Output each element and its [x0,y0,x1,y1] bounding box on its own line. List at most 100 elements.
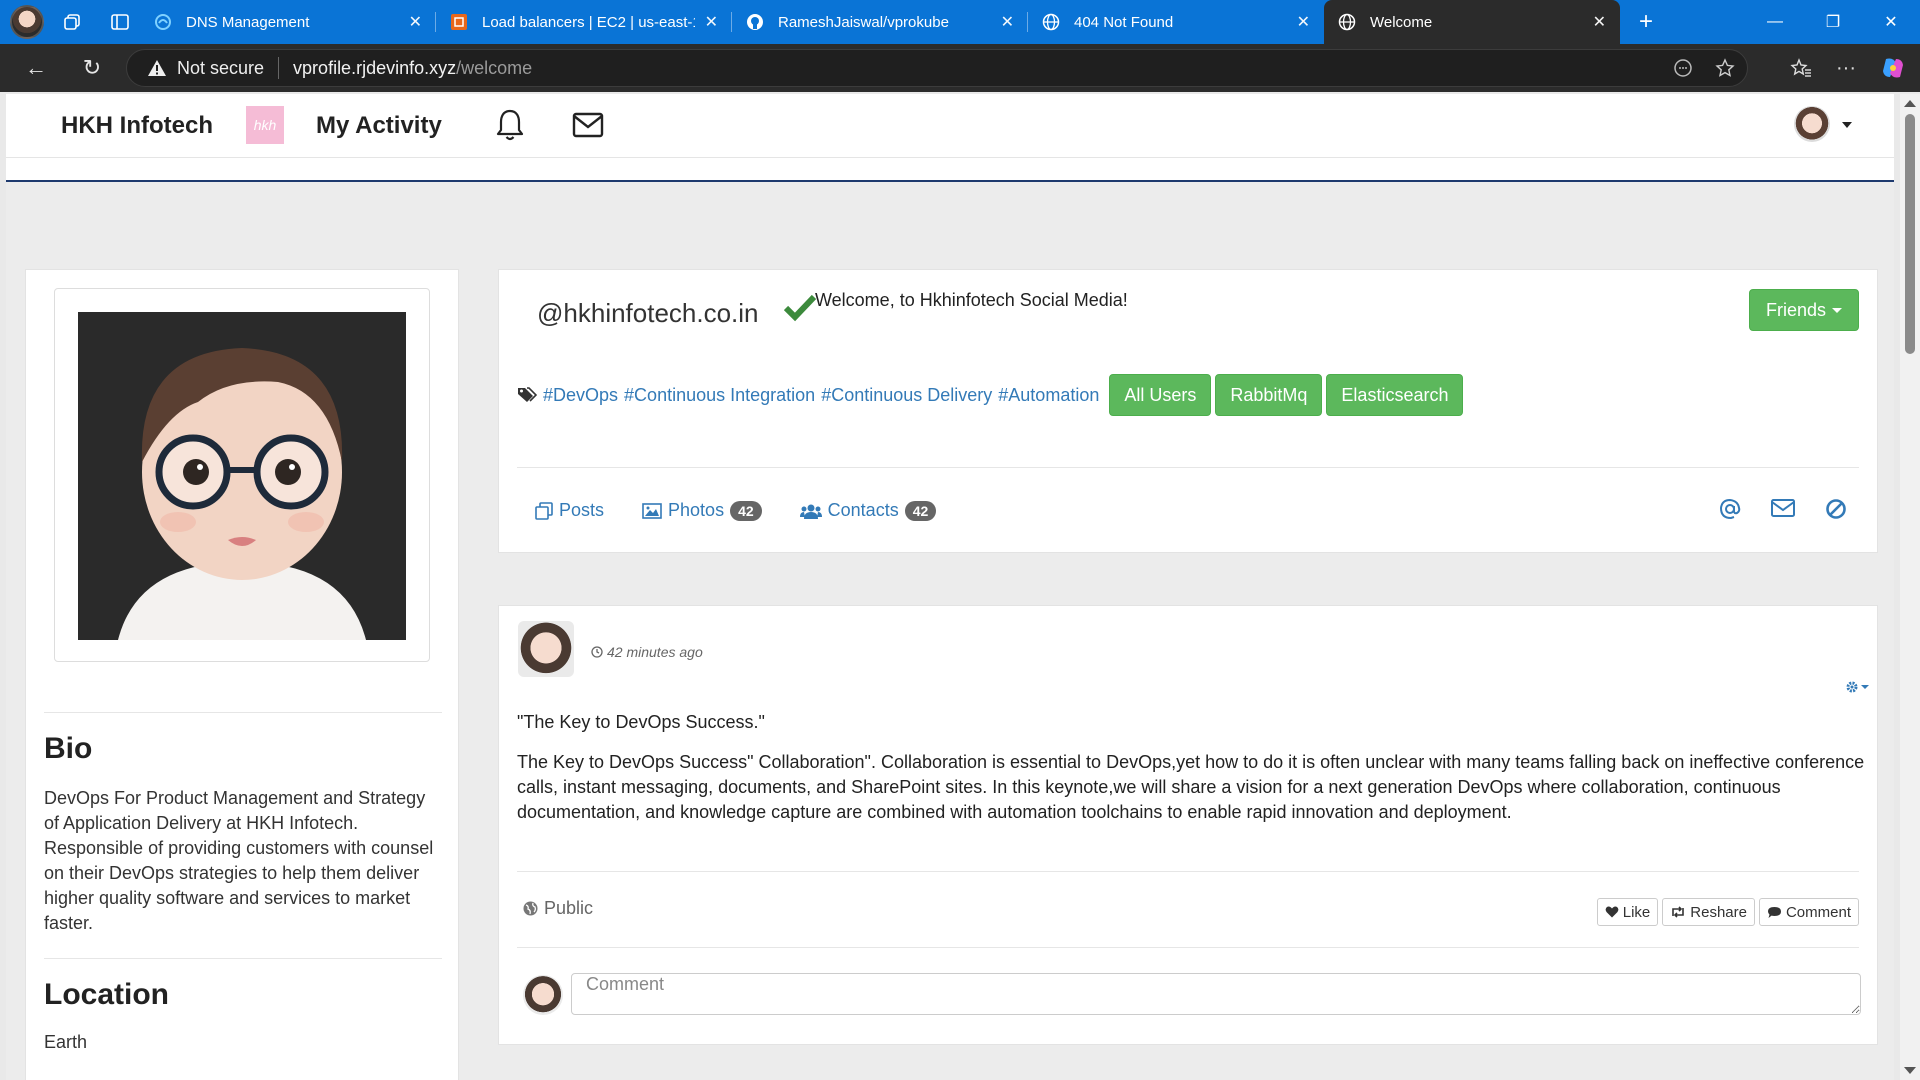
star-icon[interactable] [1715,58,1735,78]
post-actions: Like Reshare Comment [1596,898,1859,926]
block-icon[interactable] [1825,498,1847,520]
profile-sidebar: Bio DevOps For Product Management and St… [25,269,459,1080]
address-bar: ← ↻ Not secure vprofile.rjdevinfo.xyz/we… [0,44,1920,92]
brand-name[interactable]: HKH Infotech [61,112,213,140]
friends-dropdown-button[interactable]: Friends [1748,289,1859,331]
post-body: The Key to DevOps Success" Collaboration… [517,752,1865,822]
restore-icon[interactable]: ❐ [1804,0,1862,44]
scroll-up-icon[interactable] [1904,100,1916,107]
tab-contacts[interactable]: Contacts 42 [799,500,937,521]
tab-title: RameshJaiswal/vprokube [778,13,949,31]
tab-title: Load balancers | EC2 | us-east-1 [482,13,695,31]
retweet-icon [1670,906,1686,918]
close-window-icon[interactable]: ✕ [1862,0,1920,44]
divider [517,947,1859,948]
post-author-avatar[interactable] [518,621,574,677]
tab-posts[interactable]: Posts [535,500,604,521]
tab-title: DNS Management [186,13,310,31]
back-icon[interactable]: ← [8,44,64,92]
profile-header-card: @hkhinfotech.co.in Welcome, to Hkhinfote… [498,269,1878,553]
envelope-icon[interactable] [1771,498,1795,520]
close-icon[interactable]: ✕ [1001,12,1014,32]
navbar-inner: HKH Infotech hkh My Activity [6,94,1894,158]
users-icon [799,503,822,519]
page-scrollbar[interactable] [1900,94,1920,1080]
globe-icon [1042,13,1060,31]
chevron-down-icon [1832,307,1842,313]
all-users-button[interactable]: All Users [1109,374,1212,416]
hashtag-link[interactable]: #DevOps [543,385,618,406]
divider [44,712,442,713]
bell-icon[interactable] [494,108,526,142]
new-tab-button[interactable]: + [1620,0,1672,44]
commenter-avatar [523,975,563,1015]
profile-photo[interactable] [78,312,406,640]
welcome-message: Welcome, to Hkhinfotech Social Media! [815,290,1128,310]
comment-input[interactable] [571,973,1861,1015]
github-icon [746,13,764,31]
post-settings-dropdown[interactable] [1845,680,1869,694]
at-icon[interactable] [1719,498,1741,520]
scroll-thumb[interactable] [1905,114,1915,354]
url-bar[interactable]: Not secure vprofile.rjdevinfo.xyz/welcom… [126,49,1748,87]
tab-github[interactable]: RameshJaiswal/vprokube ✕ [732,0,1028,44]
tab-photos[interactable]: Photos 42 [642,500,762,521]
tab-welcome[interactable]: Welcome ✕ [1324,0,1620,44]
tab-load-balancers[interactable]: Load balancers | EC2 | us-east-1 ✕ [436,0,732,44]
mail-icon[interactable] [572,112,604,138]
contacts-count-badge: 42 [904,500,937,521]
comment-label: Comment [1785,903,1851,921]
read-aloud-icon[interactable] [1673,58,1693,78]
tab-actions-icon[interactable] [100,5,140,39]
photos-count-badge: 42 [730,500,762,521]
brand-logo[interactable]: hkh [246,106,284,144]
hashtag-link[interactable]: #Automation [998,385,1099,406]
divider [44,958,442,959]
user-avatar[interactable] [1794,106,1830,142]
workspaces-icon[interactable] [52,5,92,39]
chevron-down-icon[interactable] [1842,122,1852,128]
like-button[interactable]: Like [1596,898,1659,926]
heart-icon [1605,906,1619,918]
tab-title: 404 Not Found [1074,13,1174,31]
aws-icon [450,13,468,31]
post-card: 42 minutes ago "The Key to DevOps Succes… [498,605,1878,1045]
rabbitmq-button[interactable]: RabbitMq [1215,374,1323,416]
profile-avatar[interactable] [10,5,44,39]
copilot-icon[interactable] [1880,55,1906,81]
close-icon[interactable]: ✕ [409,12,422,32]
globe-icon [1338,13,1356,31]
post-timestamp: 42 minutes ago [591,644,703,660]
hashtag-link[interactable]: #Continuous Delivery [821,385,992,406]
reshare-button[interactable]: Reshare [1662,898,1755,926]
reshare-label: Reshare [1690,903,1747,921]
hashtag-link[interactable]: #Continuous Integration [624,385,815,406]
url-host: vprofile.rjdevinfo.xyz [293,57,457,78]
comment-icon [1767,906,1782,919]
more-icon[interactable]: ··· [1836,57,1856,80]
like-label: Like [1622,903,1651,921]
refresh-icon[interactable]: ↻ [64,44,120,92]
checkmark-icon [784,294,816,322]
divider [517,871,1859,872]
post-visibility: Public [523,898,593,919]
divider [517,467,1859,468]
elasticsearch-button[interactable]: Elasticsearch [1326,374,1464,416]
close-icon[interactable]: ✕ [1593,12,1606,32]
comment-button[interactable]: Comment [1758,898,1859,926]
tab-dns-management[interactable]: DNS Management ✕ [140,0,436,44]
favorites-icon[interactable] [1790,58,1812,78]
scroll-down-icon[interactable] [1904,1067,1916,1074]
image-icon [642,502,662,519]
tabbar-left [0,0,140,44]
security-label[interactable]: Not secure [177,58,264,79]
minimize-icon[interactable]: — [1746,0,1804,44]
close-icon[interactable]: ✕ [705,12,718,32]
tab-404[interactable]: 404 Not Found ✕ [1028,0,1324,44]
tags-icon [517,386,537,404]
close-icon[interactable]: ✕ [1297,12,1310,32]
my-activity-link[interactable]: My Activity [316,112,442,140]
time-text: 42 minutes ago [607,644,703,660]
posts-icon [535,501,553,520]
friends-label: Friends [1765,299,1826,320]
